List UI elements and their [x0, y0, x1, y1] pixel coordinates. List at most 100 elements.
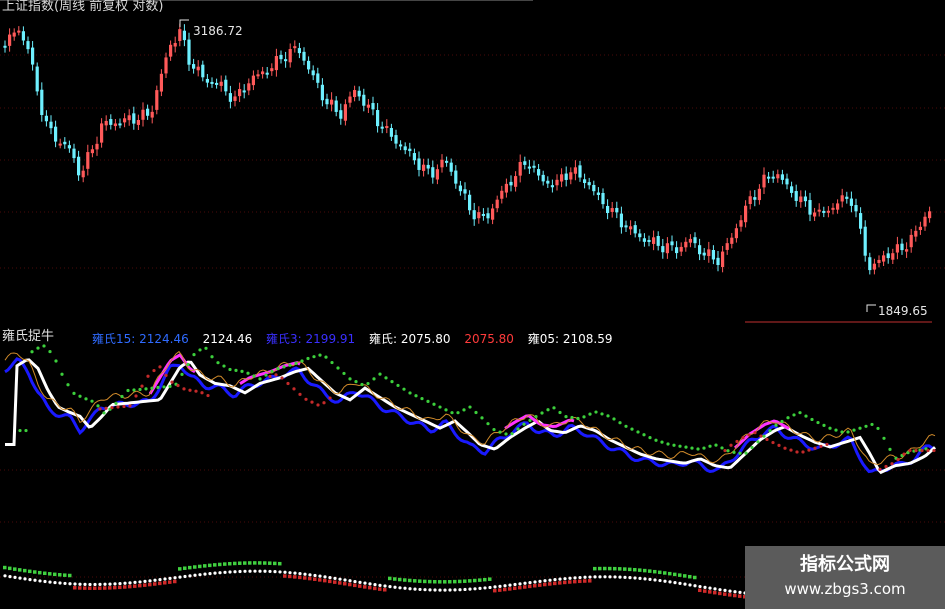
indicator-dot-green: [618, 421, 622, 425]
lower-mark-red: [373, 586, 377, 591]
indicator-dot-green: [360, 382, 364, 387]
lower-mark-red: [528, 584, 532, 589]
lower-mark-red: [583, 579, 587, 583]
indicator-dot-green: [240, 369, 244, 373]
indicator-dot-green: [66, 383, 70, 387]
candle-body: [164, 57, 168, 74]
candle-body: [633, 225, 637, 234]
lower-mark-red: [503, 587, 507, 592]
candle-body: [63, 141, 67, 145]
lower-dot-white: [158, 578, 162, 582]
indicator-dot-green: [600, 412, 604, 416]
candle-body: [132, 113, 136, 124]
indicator-dot-red: [908, 448, 912, 453]
indicator-dot-red: [268, 374, 272, 379]
indicator-dot-green: [882, 436, 886, 440]
indicator-dot-red: [98, 407, 102, 411]
indicator-dot-red: [771, 440, 775, 445]
indicator-dot-green: [648, 435, 652, 440]
candle-body: [652, 237, 656, 244]
candle-body: [307, 60, 311, 70]
candle-body: [155, 90, 159, 110]
candle-body: [458, 185, 462, 192]
candle-body: [500, 190, 504, 199]
indicator-dot-green: [42, 344, 46, 348]
indicator-dot-red: [920, 448, 924, 453]
lower-dot-white: [683, 582, 687, 586]
lower-mark-red: [333, 580, 337, 584]
indicator-dot-green: [234, 368, 238, 372]
candle-body: [380, 126, 384, 129]
candle-body: [468, 194, 472, 211]
lower-dot-white: [518, 582, 522, 586]
lower-mark-green: [403, 578, 407, 582]
lower-dot-white: [568, 576, 572, 580]
lower-mark-red: [88, 586, 92, 590]
lower-mark-red: [493, 588, 497, 593]
lower-dot-white: [523, 581, 527, 585]
indicator-dot-green: [36, 346, 40, 350]
lower-dot-white: [448, 588, 452, 592]
candle-body: [845, 196, 849, 199]
lower-mark-red: [288, 574, 292, 579]
candle-body: [895, 244, 899, 253]
candle-body: [26, 41, 30, 50]
lower-mark-green: [38, 570, 42, 575]
indicator-dot-green: [366, 381, 370, 386]
lower-dot-white: [338, 577, 342, 581]
lower-mark-red: [368, 585, 372, 590]
indicator-dot-green: [744, 451, 748, 455]
candle-body: [656, 235, 660, 246]
indicator-dot-green: [522, 422, 526, 426]
lower-dot-white: [113, 582, 117, 586]
lower-dot-white: [718, 588, 722, 592]
lower-dot-white: [503, 584, 507, 588]
indicator-dot-green: [312, 355, 316, 359]
candle-body: [431, 167, 435, 178]
lower-mark-red: [328, 579, 332, 584]
candle-body: [325, 98, 329, 105]
lower-dot-white: [333, 576, 337, 580]
candle-body: [58, 143, 62, 146]
indicator-dot-green: [834, 428, 838, 432]
indicator-dot-red: [801, 450, 805, 454]
lower-dot-white: [13, 575, 17, 579]
lower-indicator-series[interactable]: [3, 561, 747, 599]
candle-body: [274, 56, 278, 71]
lower-dot-white: [383, 584, 387, 588]
lower-mark-red: [548, 582, 552, 586]
indicator-dot-green: [534, 414, 538, 419]
lower-mark-green: [268, 561, 272, 565]
lower-dot-white: [428, 588, 432, 592]
lower-dot-white: [653, 578, 657, 582]
lower-dot-white: [343, 578, 347, 582]
indicator-dot-green: [426, 399, 430, 403]
lower-mark-green: [628, 567, 632, 572]
lower-dot-white: [68, 582, 72, 586]
candle-body: [753, 197, 757, 200]
lower-dot-white: [578, 575, 582, 580]
indicator-dot-green: [348, 377, 352, 381]
indicator-dot-green: [282, 365, 286, 369]
lower-dot-white: [33, 578, 37, 582]
indicator-dot-green: [294, 361, 298, 365]
lower-mark-red: [578, 579, 582, 584]
lower-mark-green: [643, 568, 647, 573]
lower-mark-green: [593, 566, 597, 571]
lower-dot-white: [528, 581, 532, 585]
indicator-dot-green: [678, 444, 682, 448]
candlestick-series[interactable]: [3, 23, 932, 275]
candle-body: [334, 100, 338, 112]
candle-body: [711, 250, 715, 260]
lower-mark-green: [673, 572, 677, 577]
candle-body: [440, 159, 444, 168]
lower-mark-green: [453, 579, 457, 584]
lower-dot-white: [133, 580, 137, 584]
lower-dot-white: [573, 576, 577, 580]
lower-dot-white: [298, 572, 302, 576]
indicator-dot-green: [756, 440, 760, 444]
lower-dot-white: [318, 574, 322, 578]
indicator-series[interactable]: [4, 344, 937, 475]
lower-dot-white: [18, 576, 22, 580]
candle-body: [624, 225, 628, 228]
